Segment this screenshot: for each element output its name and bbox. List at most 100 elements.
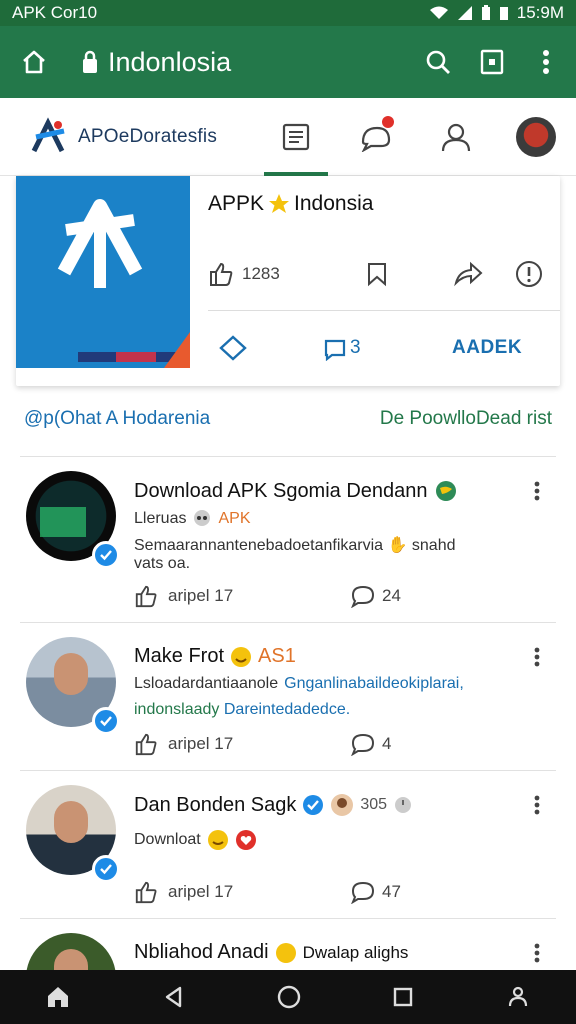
tab-feed[interactable]: [256, 98, 336, 176]
image-footer-strip-accent: [116, 352, 156, 362]
post-like-button[interactable]: aripel 17: [134, 584, 350, 608]
post-item[interactable]: Download APK Sgomia Dendann Lleruas APK …: [20, 456, 556, 622]
app-logo-icon: [57, 199, 143, 288]
info-button[interactable]: [514, 260, 544, 288]
account-avatar[interactable]: [496, 98, 576, 176]
thumbs-up-icon: [135, 733, 157, 756]
clock-icon: [395, 797, 412, 813]
post-subtitle-link[interactable]: Gnganlinabaildeokiplarai,: [284, 675, 464, 693]
post-comment-button[interactable]: 47: [350, 880, 401, 904]
tab-profile[interactable]: [416, 98, 496, 176]
post-comment-count: 4: [382, 734, 392, 753]
post-actions: aripel 17 24: [134, 583, 556, 609]
section-links: @p(Ohat A Hodarenia De PoowlloDead rist: [24, 408, 552, 436]
bookmark-icon: [367, 263, 386, 287]
person-icon: [441, 123, 471, 151]
tabs-icon: [480, 49, 504, 75]
share-button[interactable]: [423, 261, 514, 287]
status-time: 15:9M: [516, 3, 564, 22]
search-button[interactable]: [418, 42, 458, 82]
post-subtitle-tag: APK: [218, 510, 251, 527]
more-vert-icon: [534, 795, 540, 815]
post-item[interactable]: Dan Bonden Sagk 305 Downloat aripel 17 4…: [20, 770, 556, 918]
grin-emoji-icon: [207, 830, 228, 850]
post-title[interactable]: Dan Bonden Sagk 305: [134, 793, 413, 817]
back-icon[interactable]: [162, 985, 186, 1009]
card-actions-row: 3 AADEK: [208, 328, 560, 368]
post-like-label: aripel 17: [168, 734, 234, 753]
card-title: APPK Indonsia: [208, 192, 373, 216]
post-comment-button[interactable]: 4: [350, 732, 391, 756]
post-title-text: Dan Bonden Sagk: [134, 793, 297, 816]
pointing-emoji-icon: ✋: [387, 537, 408, 554]
heart-icon: [235, 830, 256, 850]
post-comment-count: 47: [382, 882, 401, 901]
user-thumb-icon: [331, 794, 354, 816]
post-title[interactable]: Nbliahod Anadi Dwalap alighs: [134, 941, 408, 964]
post-title[interactable]: Download APK Sgomia Dendann: [134, 479, 458, 503]
post-item[interactable]: Make Frot AS1 Lsloadardantiaanole Gnganl…: [20, 622, 556, 770]
recents-icon[interactable]: [392, 986, 414, 1008]
site-header: APOeDoratesfis: [0, 98, 576, 176]
info-icon: [516, 261, 543, 287]
card-comment-count: 3: [350, 337, 361, 358]
status-icons: 15:9M: [429, 3, 564, 23]
post-like-button[interactable]: aripel 17: [134, 732, 350, 756]
post-like-label: aripel 17: [168, 586, 234, 605]
post-body: indonslaady Dareintedadedce.: [134, 701, 350, 719]
card-title-text: APPK: [208, 192, 265, 215]
post-comment-count: 24: [382, 586, 401, 605]
verified-check-icon: [303, 795, 324, 815]
tab-notifications[interactable]: [336, 98, 416, 176]
skull-emoji-icon: [194, 510, 211, 526]
post-more-button[interactable]: [534, 795, 542, 820]
post-more-button[interactable]: [534, 647, 542, 672]
brand-logo-icon: [31, 116, 65, 152]
more-vert-icon: [534, 943, 540, 963]
post-title-text: Make Frot: [134, 645, 225, 667]
post-more-button[interactable]: [534, 943, 542, 968]
post-more-button[interactable]: [534, 481, 542, 506]
post-title-tail: Dwalap alighs: [302, 942, 409, 962]
featured-image[interactable]: [16, 176, 190, 368]
post-body-line2: vats oa.: [134, 555, 191, 572]
post-title[interactable]: Make Frot AS1: [134, 645, 296, 668]
status-carrier: APK Cor10: [12, 3, 98, 22]
section-link-left[interactable]: @p(Ohat A Hodarenia: [24, 408, 210, 436]
post-body-text: Semaarannantenebadoetanfikarvia: [134, 537, 384, 554]
diamond-button[interactable]: [208, 334, 312, 362]
home-circle-icon[interactable]: [276, 984, 302, 1010]
home-icon: [23, 50, 45, 74]
tabs-button[interactable]: [472, 42, 512, 82]
image-corner: [164, 332, 190, 368]
comment-count-button[interactable]: 3: [312, 335, 432, 361]
accessibility-icon[interactable]: [505, 984, 531, 1010]
home-button[interactable]: [14, 42, 54, 82]
post-subtitle-text: Lleruas: [134, 510, 187, 527]
comment-icon: [324, 339, 346, 361]
verified-badge-icon: [92, 707, 120, 735]
featured-card[interactable]: APPK Indonsia 1283 3 AADEK: [16, 176, 560, 386]
post-body: Semaarannantenebadoetanfikarvia ✋ snahd: [134, 535, 456, 555]
wifi-icon: [429, 6, 448, 19]
card-action-link[interactable]: AADEK: [452, 337, 522, 359]
battery-icon-2: [499, 7, 508, 20]
section-link-right[interactable]: De PoowlloDead rist: [380, 408, 552, 436]
notification-badge: [382, 115, 394, 128]
diamond-icon: [219, 335, 247, 361]
post-title-text: Download APK Sgomia Dendann: [134, 479, 428, 502]
post-title-count: 305: [360, 796, 388, 813]
brand[interactable]: APOeDoratesfis: [28, 116, 256, 157]
home-nav-icon[interactable]: [45, 984, 71, 1010]
post-like-button[interactable]: aripel 17: [134, 880, 350, 904]
more-vert-icon: [534, 481, 540, 501]
avatar: [516, 116, 556, 157]
bookmark-button[interactable]: [331, 261, 422, 287]
overflow-menu-button[interactable]: [526, 42, 566, 82]
post-body-link[interactable]: Dareintedadedce.: [224, 701, 350, 718]
article-icon: [282, 123, 310, 150]
card-like-button[interactable]: 1283: [208, 261, 331, 287]
post-comment-button[interactable]: 24: [350, 584, 401, 608]
post-body-text: indonslaady: [134, 701, 220, 718]
card-title-tail: Indonsia: [294, 192, 374, 215]
